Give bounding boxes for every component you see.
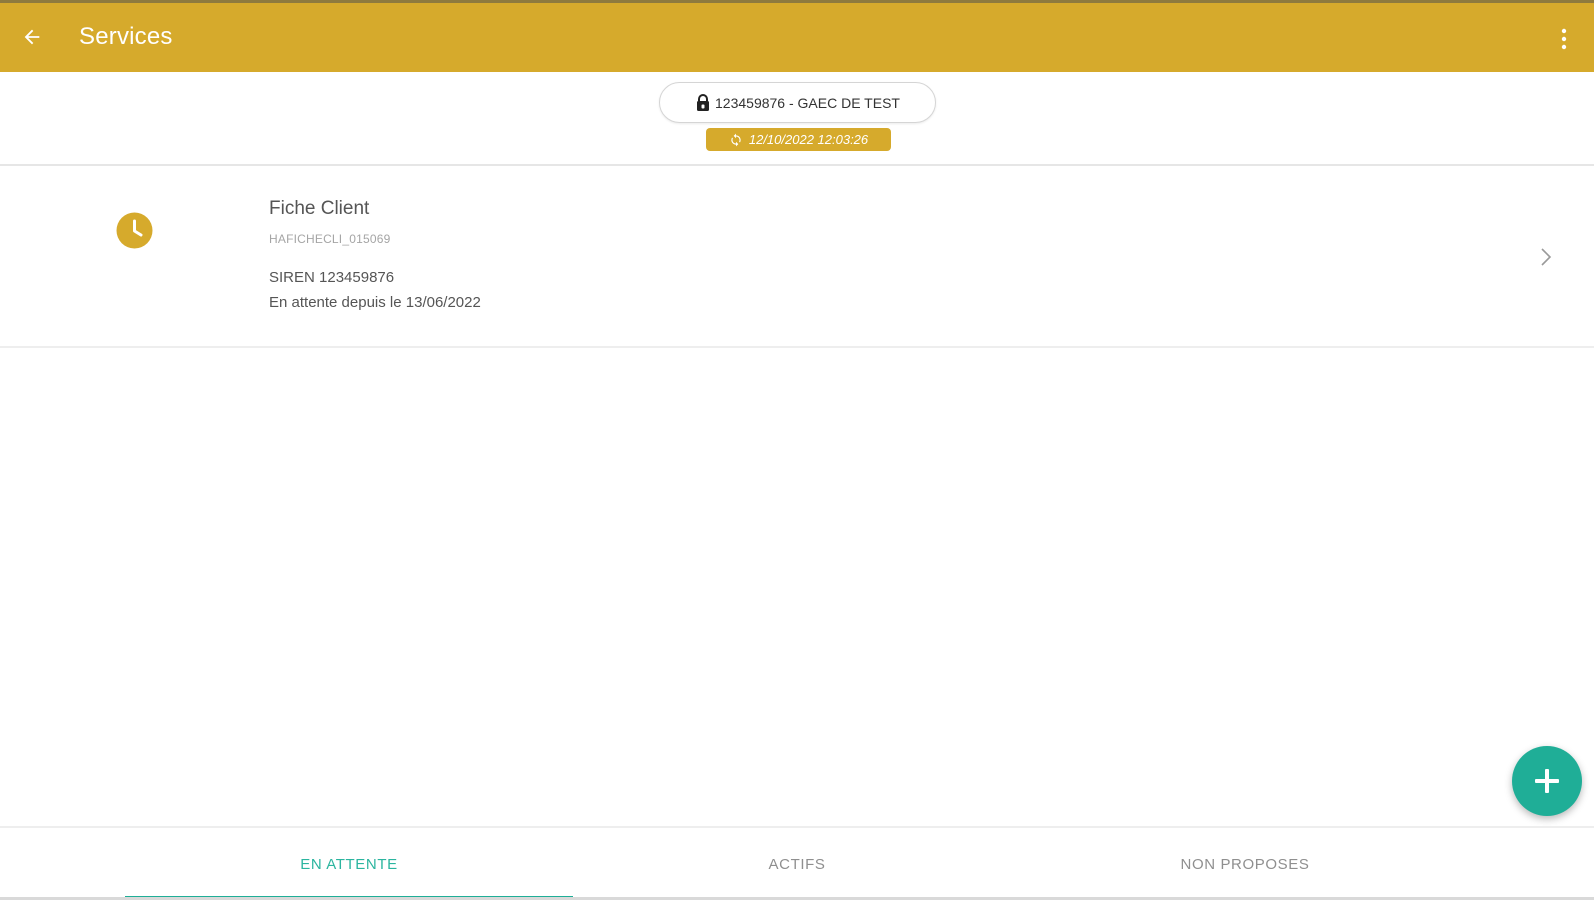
lock-icon xyxy=(697,93,710,111)
client-label: 123459876 - GAEC DE TEST xyxy=(715,94,900,111)
tab-actifs[interactable]: ACTIFS xyxy=(573,828,1021,900)
list-item[interactable]: Fiche Client HAFICHECLI_015069 SIREN 123… xyxy=(0,168,1594,348)
tab-en-attente[interactable]: EN ATTENTE xyxy=(125,828,573,900)
services-list: Fiche Client HAFICHECLI_015069 SIREN 123… xyxy=(0,168,1594,348)
service-code: HAFICHECLI_015069 xyxy=(269,232,391,246)
service-title: Fiche Client xyxy=(269,198,370,219)
plus-icon xyxy=(1535,769,1559,793)
last-sync-badge: 12/10/2022 12:03:26 xyxy=(706,128,891,151)
add-service-button[interactable] xyxy=(1512,746,1582,816)
more-vertical-icon xyxy=(1561,28,1567,50)
service-waiting-since: En attente depuis le 13/06/2022 xyxy=(269,294,481,311)
client-selector-chip[interactable]: 123459876 - GAEC DE TEST xyxy=(659,82,936,123)
chevron-right-icon xyxy=(1541,248,1552,266)
page-title: Services xyxy=(79,23,173,50)
tab-non-proposes[interactable]: NON PROPOSES xyxy=(1021,828,1469,900)
last-sync-text: 12/10/2022 12:03:26 xyxy=(748,132,869,147)
overflow-menu-button[interactable] xyxy=(1552,23,1576,55)
client-context-bar: 123459876 - GAEC DE TEST 12/10/2022 12:0… xyxy=(0,72,1594,166)
clock-icon xyxy=(116,212,153,249)
service-siren: SIREN 123459876 xyxy=(269,269,395,286)
back-button[interactable] xyxy=(16,21,48,53)
status-tabs: EN ATTENTE ACTIFS NON PROPOSES xyxy=(0,826,1594,900)
app-header: Services xyxy=(0,0,1594,72)
sync-icon xyxy=(731,133,741,146)
arrow-left-icon xyxy=(24,29,40,45)
services-screen: Services 123459876 - GAEC DE TEST 12/10/… xyxy=(0,0,1594,900)
